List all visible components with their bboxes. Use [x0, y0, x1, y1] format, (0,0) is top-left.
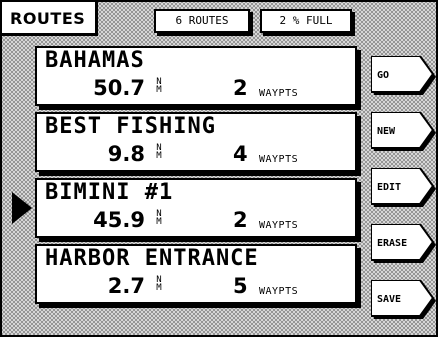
route-distance: 9.8	[107, 142, 145, 166]
go-button[interactable]: GO	[371, 56, 437, 98]
route-distance: 45.9	[93, 208, 145, 232]
erase-button[interactable]: ERASE	[371, 224, 437, 266]
waypoints-label: WAYPTS	[259, 286, 299, 297]
new-label: NEW	[377, 126, 396, 137]
memory-usage-badge: 2 % FULL	[260, 9, 352, 33]
route-item-bahamas[interactable]: BAHAMAS 50.7 NM 2 WAYPTS	[35, 46, 357, 106]
route-waypoint-count: 5	[233, 274, 248, 298]
route-item-harbor-entrance[interactable]: HARBOR ENTRANCE 2.7 NM 5 WAYPTS	[35, 244, 357, 304]
edit-label: EDIT	[377, 182, 402, 193]
save-label: SAVE	[377, 294, 402, 305]
route-waypoint-count: 2	[233, 76, 248, 100]
distance-unit: NM	[156, 275, 162, 293]
erase-label: ERASE	[377, 238, 408, 249]
route-distance: 2.7	[107, 274, 145, 298]
waypoints-label: WAYPTS	[259, 220, 299, 231]
route-count-badge: 6 ROUTES	[154, 9, 250, 33]
go-label: GO	[377, 70, 390, 81]
route-name: BEST FISHING	[45, 114, 216, 139]
waypoints-label: WAYPTS	[259, 88, 299, 99]
distance-unit: NM	[156, 77, 162, 95]
selector-arrow-icon	[12, 192, 32, 224]
edit-button[interactable]: EDIT	[371, 168, 437, 210]
distance-unit: NM	[156, 209, 162, 227]
waypoints-label: WAYPTS	[259, 154, 299, 165]
route-waypoint-count: 4	[233, 142, 248, 166]
route-waypoint-count: 2	[233, 208, 248, 232]
route-item-best-fishing[interactable]: BEST FISHING 9.8 NM 4 WAYPTS	[35, 112, 357, 172]
save-button[interactable]: SAVE	[371, 280, 437, 322]
route-distance: 50.7	[93, 76, 145, 100]
route-name: HARBOR ENTRANCE	[45, 246, 259, 271]
distance-unit: NM	[156, 143, 162, 161]
route-name: BAHAMAS	[45, 48, 145, 73]
route-name: BIMINI #1	[45, 180, 174, 205]
route-item-bimini-1[interactable]: BIMINI #1 45.9 NM 2 WAYPTS	[35, 178, 357, 238]
route-screen: ROUTES 6 ROUTES 2 % FULL BAHAMAS 50.7 NM…	[0, 0, 438, 337]
page-title: ROUTES	[2, 2, 98, 36]
new-route-button[interactable]: NEW	[371, 112, 437, 154]
